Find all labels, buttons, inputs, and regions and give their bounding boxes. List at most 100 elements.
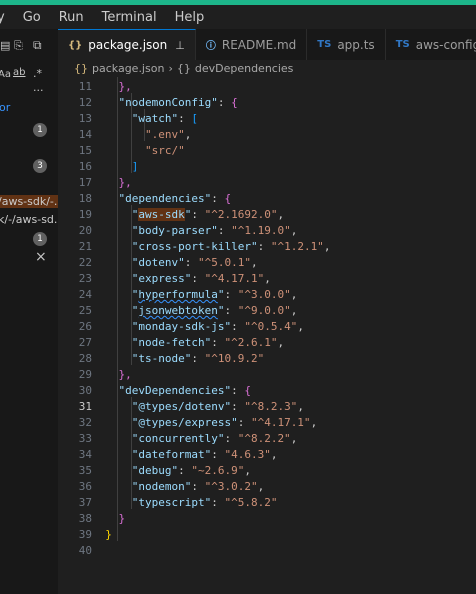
close-icon[interactable]: × — [35, 249, 47, 265]
code-line[interactable]: 31 "@types/dotenv": "^8.2.3", — [58, 399, 476, 415]
code-line[interactable]: 32 "@types/express": "^4.17.1", — [58, 415, 476, 431]
code-token: "dateformat" — [92, 448, 212, 461]
code-text: "dotenv": "^5.0.1", — [92, 255, 258, 271]
code-line[interactable]: 11 }, — [58, 79, 476, 95]
code-token: "@types/dotenv" — [92, 400, 232, 413]
menu-view-partial[interactable]: y — [0, 10, 14, 25]
code-editor[interactable]: 11 }, 12 "nodemonConfig": {13 "watch": [1… — [58, 77, 476, 594]
breadcrumb-symbol[interactable]: devDependencies — [195, 62, 294, 75]
line-number: 30 — [78, 384, 92, 397]
code-token: { — [244, 384, 251, 397]
more-actions-icon[interactable]: ··· — [33, 84, 44, 97]
code-line[interactable]: 40 — [58, 543, 476, 559]
code-line[interactable]: 17 }, — [58, 175, 476, 191]
line-number: 33 — [78, 432, 92, 445]
match-word-icon[interactable]: ab — [13, 67, 25, 78]
code-line[interactable]: 12 "nodemonConfig": { — [58, 95, 476, 111]
line-number: 38 — [78, 512, 92, 525]
breadcrumb-file[interactable]: package.json — [92, 62, 164, 75]
code-line[interactable]: 30 "devDependencies": { — [58, 383, 476, 399]
editor-tabs: {} package.json ⊥ ⓘ README.md TS app.ts … — [58, 29, 476, 61]
code-line[interactable]: 36 "nodemon": "^3.0.2", — [58, 479, 476, 495]
code-token: : — [231, 320, 245, 333]
code-token: [ — [191, 112, 198, 125]
code-token: "^3.0.2" — [204, 480, 258, 493]
code-token: "^4.17.1" — [250, 416, 311, 429]
code-line[interactable]: 20 "body-parser": "^1.19.0", — [58, 223, 476, 239]
code-text: "@types/dotenv": "^8.2.3", — [92, 399, 304, 415]
code-line[interactable]: 15 "src/" — [58, 143, 476, 159]
tab-package-json[interactable]: {} package.json ⊥ — [58, 29, 196, 60]
line-number: 40 — [78, 544, 92, 557]
search-result-item[interactable]: k/-/aws-sd... — [0, 213, 58, 226]
code-line[interactable]: 24 "hyperformula": "^3.0.0", — [58, 287, 476, 303]
line-number: 17 — [78, 176, 92, 189]
line-number: 16 — [78, 160, 92, 173]
search-result-item[interactable]: /aws-sdk/-... — [0, 195, 58, 208]
code-text: "node-fetch": "^2.6.1", — [92, 335, 284, 351]
code-line[interactable]: 22 "dotenv": "^5.0.1", — [58, 255, 476, 271]
code-text: }, — [92, 367, 131, 383]
line-number: 31 — [78, 400, 92, 413]
code-token: " — [92, 304, 139, 317]
expand-icon[interactable]: ⧉ — [33, 38, 42, 53]
code-token: "^10.9.2" — [204, 352, 265, 365]
code-line[interactable]: 14 ".env", — [58, 127, 476, 143]
regex-icon[interactable]: .* — [33, 67, 42, 80]
tab-aws-config-ts[interactable]: TS aws-config.ts — [386, 29, 476, 60]
menu-terminal[interactable]: Terminal — [93, 10, 166, 25]
code-token: : — [211, 496, 225, 509]
code-token: jsonwebtoken — [138, 304, 218, 317]
collapse-all-icon[interactable]: ▤ — [0, 39, 10, 52]
menu-help[interactable]: Help — [166, 10, 214, 25]
code-line[interactable]: 13 "watch": [ — [58, 111, 476, 127]
code-token: , — [184, 128, 192, 141]
code-token: "nodemon" — [92, 480, 192, 493]
code-token: : — [224, 432, 238, 445]
tab-label: aws-config.ts — [415, 37, 476, 52]
code-line[interactable]: 38 } — [58, 511, 476, 527]
code-line[interactable]: 25 "jsonwebtoken": "^9.0.0", — [58, 303, 476, 319]
code-token: "@types/express" — [92, 416, 238, 429]
code-token: , — [290, 304, 298, 317]
code-line[interactable]: 39 } — [58, 527, 476, 543]
code-line[interactable]: 33 "concurrently": "^8.2.2", — [58, 431, 476, 447]
match-case-icon[interactable]: Aa — [0, 69, 11, 80]
code-text: "express": "^4.17.1", — [92, 271, 271, 287]
line-number: 35 — [78, 464, 92, 477]
code-token: "^9.0.0" — [237, 304, 291, 317]
pin-icon[interactable]: ⊥ — [175, 39, 185, 52]
line-number: 34 — [78, 448, 92, 461]
code-line[interactable]: 18 "dependencies": { — [58, 191, 476, 207]
tab-label: package.json — [88, 38, 168, 52]
code-text: "dateformat": "4.6.3", — [92, 447, 278, 463]
code-line[interactable]: 16 ] — [58, 159, 476, 175]
tab-app-ts[interactable]: TS app.ts — [307, 29, 386, 60]
new-search-editor-icon[interactable]: ⎘ — [14, 39, 23, 53]
code-text: "watch": [ — [92, 111, 198, 127]
code-line[interactable]: 27 "node-fetch": "^2.6.1", — [58, 335, 476, 351]
line-number: 39 — [78, 528, 92, 541]
code-text: "jsonwebtoken": "^9.0.0", — [92, 303, 298, 319]
tab-readme[interactable]: ⓘ README.md — [196, 29, 308, 60]
code-line[interactable]: 23 "express": "^4.17.1", — [58, 271, 476, 287]
code-token: , — [264, 272, 271, 285]
code-line[interactable]: 35 "debug": "~2.6.9", — [58, 463, 476, 479]
code-token: , — [323, 240, 331, 253]
code-line[interactable]: 19 "aws-sdk": "^2.1692.0", — [58, 207, 476, 223]
code-line[interactable]: 26 "monday-sdk-js": "^0.5.4", — [58, 319, 476, 335]
typescript-icon: TS — [395, 39, 410, 50]
code-line[interactable]: 37 "typescript": "^5.8.2" — [58, 495, 476, 511]
replace-toggle-text[interactable]: or — [0, 101, 10, 114]
typescript-icon: TS — [317, 39, 332, 50]
menu-run[interactable]: Run — [50, 10, 93, 25]
code-text: ".env", — [92, 127, 191, 143]
code-line[interactable]: 34 "dateformat": "4.6.3", — [58, 447, 476, 463]
code-line[interactable]: 29 }, — [58, 367, 476, 383]
code-token: ] — [92, 160, 139, 173]
menu-go[interactable]: Go — [14, 10, 50, 25]
code-line[interactable]: 28 "ts-node": "^10.9.2" — [58, 351, 476, 367]
code-text: "dependencies": { — [92, 191, 231, 207]
code-line[interactable]: 21 "cross-port-killer": "^1.2.1", — [58, 239, 476, 255]
code-token: "^5.8.2" — [224, 496, 278, 509]
